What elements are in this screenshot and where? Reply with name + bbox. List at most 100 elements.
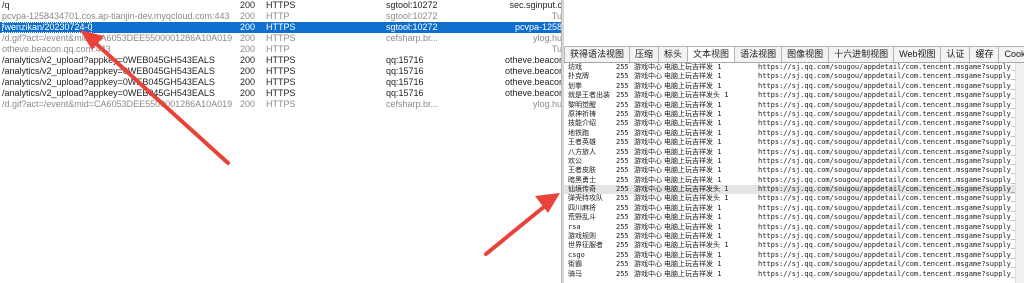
line-url: https://sj.qq.com/sougou/appdetail/com.t… bbox=[758, 63, 1024, 71]
tab-8[interactable]: 认证 bbox=[940, 46, 971, 62]
line-type: 游戏中心 bbox=[634, 203, 662, 212]
tab-2[interactable]: 标头 bbox=[658, 46, 689, 62]
session-row[interactable]: /analytics/v2_upload?appkey=0WEB045GH543… bbox=[0, 77, 562, 88]
session-host: qq:15716 bbox=[386, 77, 424, 87]
line-url: https://sj.qq.com/sougou/appdetail/com.t… bbox=[758, 185, 1024, 194]
line-name: 划拳 bbox=[568, 81, 582, 90]
line-type: 游戏中心 bbox=[634, 81, 662, 90]
line-type: 游戏中心 bbox=[634, 222, 662, 231]
text-view-content[interactable]: 坊戏 255 游戏中心 电脑上玩吉祥发 1 https://sj.qq.com/soug… bbox=[564, 63, 1024, 283]
line-name: 原神祈祷 bbox=[568, 109, 596, 118]
session-body: pcvpa-1258 bbox=[514, 22, 562, 32]
line-code: 255 bbox=[616, 194, 629, 203]
line-url: https://sj.qq.com/sougou/appdetail/com.t… bbox=[758, 147, 1024, 156]
tab-0[interactable]: 获得语法视图 bbox=[564, 46, 631, 62]
tab-4[interactable]: 语法视图 bbox=[734, 46, 783, 62]
text-line: 王者英雄 255 游戏中心 电脑上玩吉祥发 1 https://sj.qq.com/so… bbox=[564, 138, 1024, 147]
session-host: sgtool:10272 bbox=[386, 11, 438, 21]
text-line: 四川麻将 255 游戏中心 电脑上玩吉祥发 1 https://sj.qq.com/so… bbox=[564, 204, 1024, 213]
text-line: csgo 255 游戏中心 电脑上玩吉祥发 1 https://sj.qq.com/so… bbox=[564, 251, 1024, 260]
tab-10[interactable]: Cook bbox=[998, 46, 1024, 62]
text-line: 仙境传奇 255 游戏中心 电脑上玩吉祥发头 1 https://sj.qq.com/s… bbox=[564, 185, 1024, 195]
line-code: 255 bbox=[616, 100, 629, 109]
line-url: https://sj.qq.com/sougou/appdetail/com.t… bbox=[758, 109, 1024, 118]
text-line: 技能介绍 255 游戏中心 电脑上玩吉祥发 1 https://sj.qq.com/so… bbox=[564, 119, 1024, 128]
session-protocol: HTTPS bbox=[266, 66, 296, 76]
tab-5[interactable]: 图像视图 bbox=[781, 46, 830, 62]
session-url: /d.gif?act=/event&mid=CA6053DEE550000128… bbox=[2, 33, 232, 43]
line-type: 游戏中心 bbox=[634, 156, 662, 165]
line-url: https://sj.qq.com/sougou/appdetail/com.t… bbox=[758, 119, 1024, 128]
line-code: 255 bbox=[616, 156, 629, 165]
line-desc: 电脑上玩吉祥发 1 bbox=[664, 81, 722, 90]
session-row[interactable]: pcvpa-1258434701.cos.ap-tianjin-dev.myqc… bbox=[0, 11, 562, 22]
session-body: ylog.hu bbox=[532, 33, 562, 43]
line-code: 255 bbox=[616, 232, 629, 241]
line-code: 255 bbox=[616, 166, 629, 175]
line-type: 游戏中心 bbox=[634, 175, 662, 184]
text-line: 扑克牌 255 游戏中心 电脑上玩吉祥发 1 https://sj.qq.com/sou… bbox=[564, 72, 1024, 81]
line-type: 游戏中心 bbox=[634, 166, 662, 175]
session-row[interactable]: otheve.beacon.qq.com:443 200 HTTP Tu bbox=[0, 44, 562, 55]
vertical-scrollbar[interactable] bbox=[1015, 63, 1024, 283]
session-body: sec.sginput.c bbox=[509, 0, 562, 10]
line-code: 255 bbox=[616, 138, 629, 147]
line-url: https://sj.qq.com/sougou/appdetail/com.t… bbox=[758, 232, 1024, 241]
line-name: 王者英雄 bbox=[568, 138, 596, 147]
session-body: ylog.hu bbox=[532, 99, 562, 109]
session-url: /analytics/v2_upload?appkey=0WEB045GH543… bbox=[2, 55, 215, 65]
line-type: 游戏中心 bbox=[634, 269, 662, 278]
line-name: 弹壳特攻队 bbox=[568, 194, 603, 203]
session-protocol: HTTPS bbox=[266, 33, 296, 43]
tab-9[interactable]: 缓存 bbox=[969, 46, 1000, 62]
line-code: 255 bbox=[616, 213, 629, 222]
line-url: https://sj.qq.com/sougou/appdetail/com.t… bbox=[758, 260, 1024, 269]
text-line: 就是王者出装 255 游戏中心 电脑上玩吉祥发头 1 https://sj.qq.com… bbox=[564, 91, 1024, 100]
tab-7[interactable]: Web视图 bbox=[893, 46, 942, 62]
session-url: /q bbox=[2, 0, 10, 10]
session-row[interactable]: /analytics/v2_upload?appkey=0WEB045GH543… bbox=[0, 88, 562, 99]
line-url: https://sj.qq.com/sougou/appdetail/com.t… bbox=[758, 194, 1024, 203]
text-line: 世界征服者 255 游戏中心 电脑上玩吉祥发头 1 https://sj.qq.com/… bbox=[564, 241, 1024, 250]
line-code: 255 bbox=[616, 175, 629, 184]
line-name: 街霸 bbox=[568, 260, 582, 269]
session-row[interactable]: /d.gif?act=/event&mid=CA6053DEE550000128… bbox=[0, 33, 562, 44]
session-host: qq:15716 bbox=[386, 88, 424, 98]
line-type: 游戏中心 bbox=[634, 260, 662, 269]
session-list[interactable]: /q 200 HTTPS sgtool:10272 sec.sginput.c pcvpa… bbox=[0, 0, 562, 283]
line-desc: 电脑上玩吉祥发头 1 bbox=[664, 241, 729, 250]
line-type: 游戏中心 bbox=[634, 213, 662, 222]
line-name: 仙境传奇 bbox=[568, 185, 596, 194]
session-host: qq:15716 bbox=[386, 66, 424, 76]
line-code: 255 bbox=[616, 185, 629, 194]
session-row[interactable]: /wenzikan/20230724-01.txt200HTTPSsgtool:… bbox=[0, 22, 562, 33]
response-inspector: 获得语法视图 压缩 标头 文本视图 语法视图 图像视图 十六进制视图 Web视图 认证 缓存 Coo… bbox=[564, 0, 1024, 283]
tab-3[interactable]: 文本视图 bbox=[687, 46, 736, 62]
session-url: /analytics/v2_upload?appkey=0WEB045GH543… bbox=[2, 66, 215, 76]
line-name: 地铁跑 bbox=[568, 128, 589, 137]
inspector-toolbar-area bbox=[564, 0, 1024, 47]
text-line: 街霸 255 游戏中心 电脑上玩吉祥发 1 https://sj.qq.com/soug… bbox=[564, 260, 1024, 269]
text-line: 王者皮肤 255 游戏中心 电脑上玩吉祥发 1 https://sj.qq.com/so… bbox=[564, 166, 1024, 175]
session-protocol: HTTPS bbox=[266, 55, 296, 65]
session-row[interactable]: /analytics/v2_upload?appkey=0WEB045GH543… bbox=[0, 55, 562, 66]
line-desc: 电脑上玩吉祥发 1 bbox=[664, 203, 722, 212]
line-code: 255 bbox=[616, 260, 629, 269]
line-name: 骑马 bbox=[568, 269, 582, 278]
text-line: 游戏规则 255 游戏中心 电脑上玩吉祥发 1 https://sj.qq.com/so… bbox=[564, 232, 1024, 241]
line-type: 游戏中心 bbox=[634, 194, 662, 203]
tab-1[interactable]: 压缩 bbox=[629, 46, 660, 62]
line-name: csgo bbox=[568, 250, 585, 259]
session-row[interactable]: /analytics/v2_upload?appkey=0WEB045GH543… bbox=[0, 66, 562, 77]
session-row[interactable]: /q 200 HTTPS sgtool:10272 sec.sginput.c bbox=[0, 0, 562, 11]
session-body: Tu bbox=[551, 11, 562, 21]
line-code: 255 bbox=[616, 72, 629, 81]
session-url: /analytics/v2_upload?appkey=0WEB045GH543… bbox=[2, 77, 215, 87]
line-name: 世界征服者 bbox=[568, 241, 603, 250]
line-name: 荒野乱斗 bbox=[568, 213, 596, 222]
response-tabs: 获得语法视图 压缩 标头 文本视图 语法视图 图像视图 十六进制视图 Web视图 认证 缓存 Coo… bbox=[564, 46, 1024, 63]
tab-6[interactable]: 十六进制视图 bbox=[828, 46, 895, 62]
line-url: https://sj.qq.com/sougou/appdetail/com.t… bbox=[758, 138, 1024, 147]
line-type: 游戏中心 bbox=[634, 147, 662, 156]
session-row[interactable]: /d.gif?act=/event&mid=CA6053DEE550000128… bbox=[0, 99, 562, 110]
